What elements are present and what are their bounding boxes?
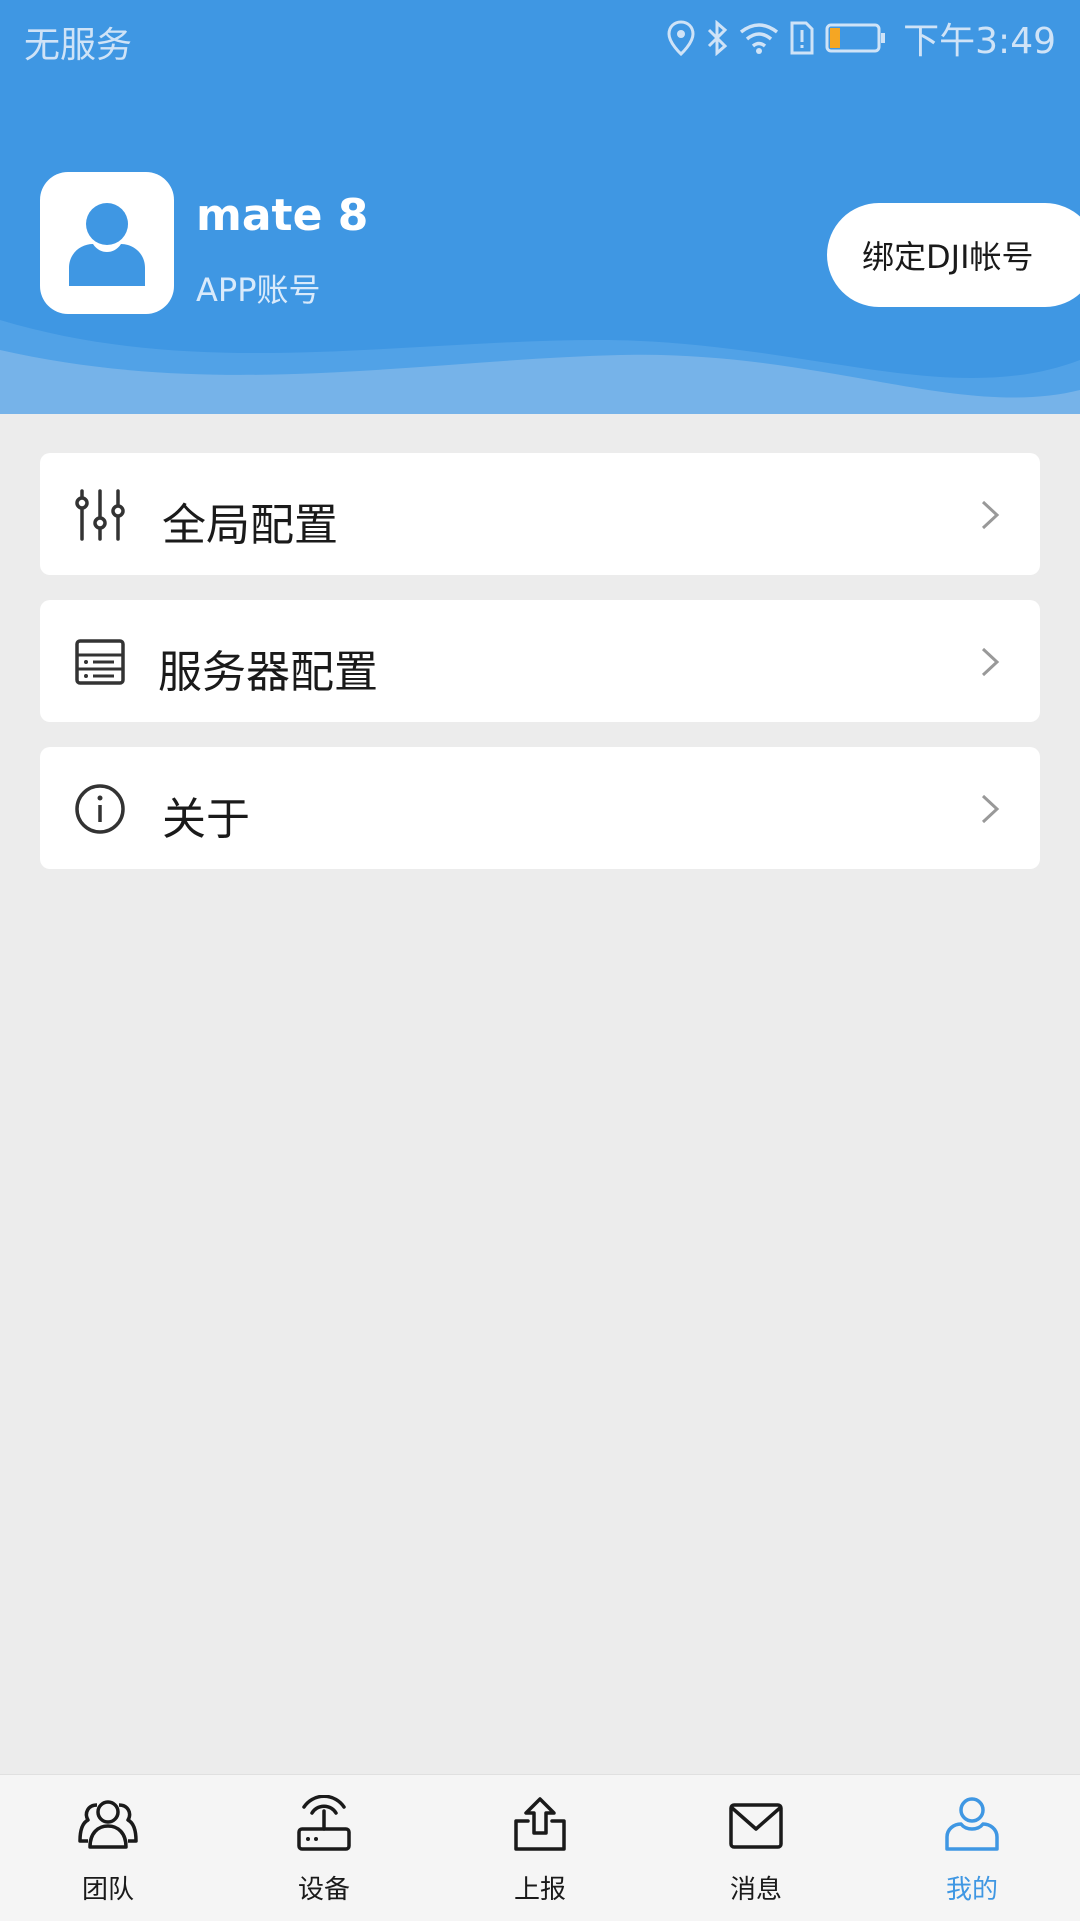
nav-item-messages[interactable]: 消息: [648, 1775, 864, 1921]
menu-item-label: 服务器配置: [158, 647, 378, 698]
profile-header: 无服务 下午3:49 mate 8 APP账号 绑定DJI帐号: [0, 0, 1080, 414]
nav-label: 消息: [729, 1875, 782, 1905]
status-icons: 下午3:49: [667, 12, 1056, 64]
nav-item-device[interactable]: 设备: [216, 1775, 432, 1921]
nav-item-me[interactable]: 我的: [864, 1775, 1080, 1921]
status-bar: 无服务 下午3:49: [0, 0, 1080, 78]
nav-item-team[interactable]: 团队: [0, 1775, 216, 1921]
username: mate 8: [196, 190, 369, 241]
sim-icon: [789, 20, 815, 56]
device-icon: [297, 1795, 351, 1851]
header-wave-decoration: [0, 320, 1080, 414]
user-icon: [945, 1797, 999, 1851]
clock-text: 下午3:49: [903, 21, 1056, 62]
location-icon: [667, 20, 695, 56]
upload-icon: [514, 1797, 566, 1851]
menu-item-server-config[interactable]: 服务器配置: [40, 600, 1040, 722]
nav-label: 设备: [297, 1875, 350, 1905]
nav-item-report[interactable]: 上报: [432, 1775, 648, 1921]
info-icon: [75, 784, 125, 834]
account-type-label: APP账号: [196, 271, 321, 309]
server-icon: [75, 639, 125, 685]
bluetooth-icon: [705, 20, 729, 56]
chevron-right-icon: [981, 647, 1000, 677]
bind-dji-account-button[interactable]: 绑定DJI帐号: [827, 203, 1080, 307]
sliders-icon: [75, 489, 125, 541]
menu-item-about[interactable]: 关于: [40, 747, 1040, 869]
user-avatar-icon: [69, 203, 145, 286]
mail-icon: [729, 1803, 783, 1849]
nav-label: 团队: [81, 1875, 134, 1905]
menu-item-global-config[interactable]: 全局配置: [40, 453, 1040, 575]
nav-label: 上报: [513, 1875, 566, 1905]
chevron-right-icon: [981, 500, 1000, 530]
battery-icon: [825, 22, 887, 54]
avatar[interactable]: [40, 172, 174, 314]
chevron-right-icon: [981, 794, 1000, 824]
wifi-icon: [739, 22, 779, 54]
nav-label: 我的: [945, 1875, 998, 1905]
menu-item-label: 全局配置: [162, 500, 338, 551]
carrier-text: 无服务: [24, 25, 133, 66]
menu-item-label: 关于: [162, 794, 250, 845]
team-icon: [78, 1800, 138, 1849]
bottom-nav: 团队 设备 上报 消息 我的: [0, 1774, 1080, 1921]
